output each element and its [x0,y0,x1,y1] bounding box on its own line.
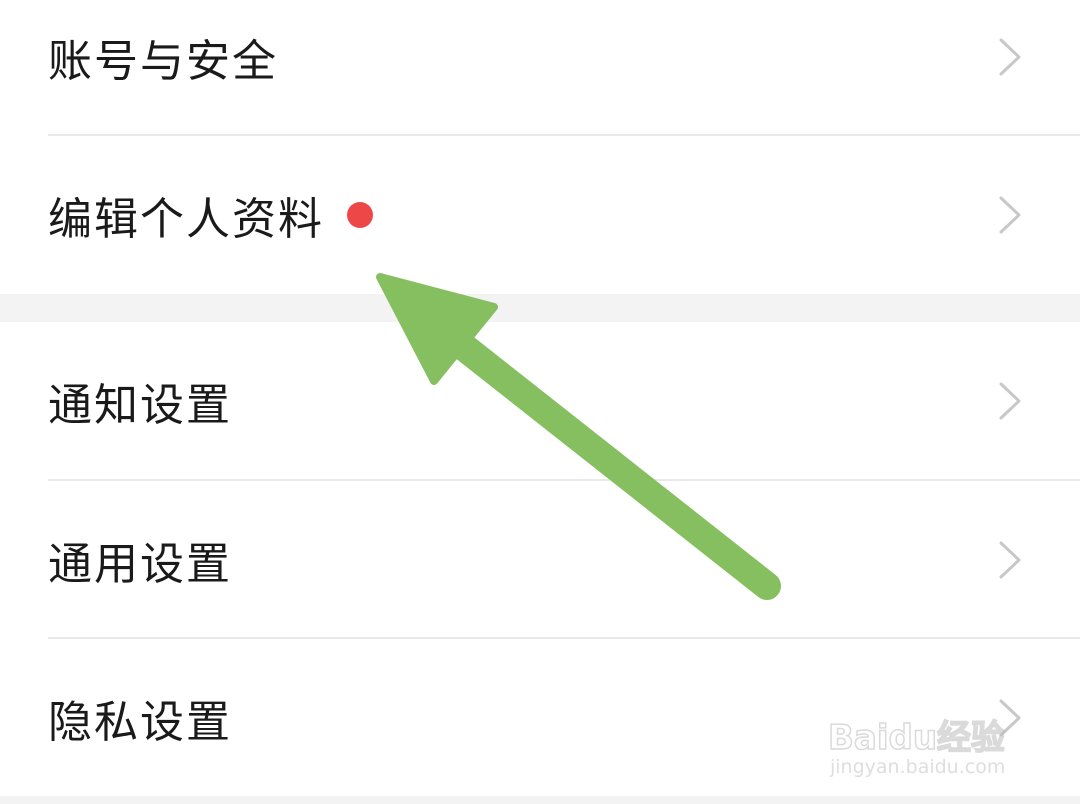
settings-item-edit-profile[interactable]: 编辑个人资料 [0,136,1080,294]
chevron-right-icon [999,541,1021,579]
settings-item-notifications[interactable]: 通知设置 [0,322,1080,480]
settings-item-label: 通用设置 [48,539,232,590]
watermark-url: jingyan.baidu.com [830,756,1006,778]
chevron-right-icon [999,38,1021,76]
watermark-brand: Baidu经验 [827,717,1006,759]
settings-screen: 账号与安全 编辑个人资料 通知设置 通用设置 隐私设置 Baidu经验 jing… [0,0,1080,804]
settings-item-label: 账号与安全 [48,36,278,87]
settings-item-general[interactable]: 通用设置 [0,481,1080,639]
chevron-right-icon [999,196,1021,234]
settings-item-label: 通知设置 [48,380,232,431]
chevron-right-icon [999,382,1021,420]
settings-item-label: 隐私设置 [48,697,232,748]
settings-item-label: 编辑个人资料 [48,194,324,245]
red-dot-badge [347,202,373,228]
section-gap [0,294,1080,322]
section-gap [0,796,1080,804]
settings-item-account-security[interactable]: 账号与安全 [0,0,1080,136]
baidu-watermark: Baidu经验 jingyan.baidu.com [827,690,1028,780]
